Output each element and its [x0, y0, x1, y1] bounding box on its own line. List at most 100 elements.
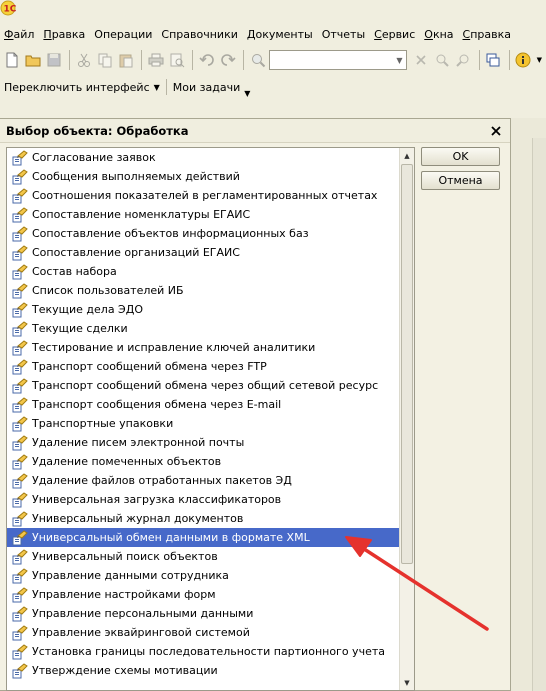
menu-item[interactable]: Справочники — [161, 28, 237, 41]
menu-item[interactable]: Операции — [94, 28, 152, 41]
data-processor-icon — [12, 567, 28, 584]
open-folder-icon[interactable] — [23, 50, 42, 70]
list-item-label: Список пользователей ИБ — [32, 284, 184, 297]
list-item[interactable]: Сообщения выполняемых действий — [7, 167, 400, 186]
data-processor-icon — [12, 377, 28, 394]
list-item[interactable]: Универсальная загрузка классификаторов — [7, 490, 400, 509]
my-tasks-button[interactable]: Мои задачи ▼ — [173, 81, 251, 98]
chevron-down-icon: ▼ — [153, 82, 160, 92]
search-clear-icon[interactable] — [411, 50, 430, 70]
switch-interface-button[interactable]: Переключить интерфейс ▼ — [4, 81, 160, 94]
info-icon[interactable] — [514, 50, 533, 70]
menu-item[interactable]: Отчеты — [322, 28, 365, 41]
object-list-rows: Согласование заявок Сообщения выполняемых… — [7, 148, 400, 680]
print-icon[interactable] — [146, 50, 165, 70]
list-item[interactable]: Сопоставление номенклатуры ЕГАИС — [7, 205, 400, 224]
list-item[interactable]: Транспорт сообщения обмена через E-mail — [7, 395, 400, 414]
list-item[interactable]: Текущие сделки — [7, 319, 400, 338]
redo-icon[interactable] — [218, 50, 237, 70]
list-item-label: Тестирование и исправление ключей аналит… — [32, 341, 316, 354]
list-item[interactable]: Транспортные упаковки — [7, 414, 400, 433]
list-item-label: Сопоставление организаций ЕГАИС — [32, 246, 240, 259]
menu-item[interactable]: Окна — [424, 28, 453, 41]
object-list[interactable]: Согласование заявок Сообщения выполняемых… — [6, 147, 415, 691]
list-item[interactable]: Управление эквайринговой системой — [7, 623, 400, 642]
list-item-label: Утверждение схемы мотивации — [32, 664, 218, 677]
data-processor-icon — [12, 548, 28, 565]
list-item-label: Сопоставление номенклатуры ЕГАИС — [32, 208, 251, 221]
list-item[interactable]: Удаление файлов отработанных пакетов ЭД — [7, 471, 400, 490]
list-item[interactable]: Установка границы последовательности пар… — [7, 642, 400, 661]
list-item[interactable]: Удаление помеченных объектов — [7, 452, 400, 471]
list-item[interactable]: Управление настройками форм — [7, 585, 400, 604]
list-item[interactable]: Сопоставление организаций ЕГАИС — [7, 243, 400, 262]
cancel-button[interactable]: Отмена — [421, 171, 500, 190]
list-item[interactable]: Транспорт сообщений обмена через общий с… — [7, 376, 400, 395]
list-item[interactable]: Управление персональными данными — [7, 604, 400, 623]
list-item[interactable]: Управление данными сотрудника — [7, 566, 400, 585]
toolbar-separator — [69, 50, 71, 70]
menu-item[interactable]: Сервис — [374, 28, 415, 41]
list-item-label: Согласование заявок — [32, 151, 156, 164]
save-icon[interactable] — [44, 50, 63, 70]
panel-separator — [165, 79, 167, 95]
data-processor-icon — [12, 624, 28, 641]
list-item[interactable]: Сопоставление объектов информационных ба… — [7, 224, 400, 243]
scroll-down-icon[interactable]: ▼ — [400, 675, 414, 690]
list-item[interactable]: Состав набора — [7, 262, 400, 281]
menu-item[interactable]: Файл — [4, 28, 34, 41]
list-item-label: Управление эквайринговой системой — [32, 626, 250, 639]
scroll-up-icon[interactable]: ▲ — [400, 148, 414, 163]
list-item-label: Удаление файлов отработанных пакетов ЭД — [32, 474, 292, 487]
copy-icon[interactable] — [95, 50, 114, 70]
list-item[interactable]: Текущие дела ЭДО — [7, 300, 400, 319]
search-input[interactable]: ▼ — [269, 50, 408, 70]
list-item[interactable]: Согласование заявок — [7, 148, 400, 167]
list-item-label: Соотношения показателей в регламентирова… — [32, 189, 378, 202]
menu-item[interactable]: Правка — [43, 28, 85, 41]
list-item[interactable]: Соотношения показателей в регламентирова… — [7, 186, 400, 205]
list-item-label: Транспортные упаковки — [32, 417, 174, 430]
list-item[interactable]: Универсальный обмен данными в формате XM… — [7, 528, 400, 547]
new-document-icon[interactable] — [2, 50, 21, 70]
list-item[interactable]: Тестирование и исправление ключей аналит… — [7, 338, 400, 357]
list-item[interactable]: Универсальный поиск объектов — [7, 547, 400, 566]
select-object-dialog: Выбор объекта: Обработка Согласование за… — [0, 118, 511, 691]
toolbar-separator — [508, 50, 510, 70]
list-item[interactable]: Удаление писем электронной почты — [7, 433, 400, 452]
search-icon[interactable] — [248, 50, 267, 70]
background-scrollbar[interactable] — [532, 138, 546, 691]
data-processor-icon — [12, 396, 28, 413]
close-icon[interactable] — [488, 123, 504, 139]
paste-icon[interactable] — [116, 50, 135, 70]
list-item-label: Управление персональными данными — [32, 607, 254, 620]
menu-item-label: ервис — [381, 27, 416, 41]
menu-item-accelerator: П — [43, 27, 52, 41]
list-item[interactable]: Список пользователей ИБ — [7, 281, 400, 300]
scroll-thumb[interactable] — [401, 164, 413, 564]
find-next-icon[interactable] — [433, 50, 452, 70]
cut-icon[interactable] — [74, 50, 93, 70]
list-item-label: Универсальная загрузка классификаторов — [32, 493, 282, 506]
menu-item-accelerator: С — [374, 27, 382, 41]
find-prev-icon[interactable] — [454, 50, 473, 70]
menu-item[interactable]: Документы — [247, 28, 313, 41]
data-processor-icon — [12, 187, 28, 204]
list-item[interactable]: Транспорт сообщений обмена через FTP — [7, 357, 400, 376]
chevron-down-icon[interactable]: ▼ — [392, 51, 406, 69]
data-processor-icon — [12, 263, 28, 280]
list-item[interactable]: Утверждение схемы мотивации — [7, 661, 400, 680]
main-toolbar: ▼ ▼ — [0, 46, 546, 74]
print-preview-icon[interactable] — [167, 50, 186, 70]
chevron-down-icon[interactable]: ▼ — [535, 50, 545, 70]
list-item[interactable]: Универсальный журнал документов — [7, 509, 400, 528]
svg-text:1C: 1C — [4, 5, 17, 15]
undo-icon[interactable] — [197, 50, 216, 70]
ok-button[interactable]: OK — [421, 147, 500, 166]
list-scrollbar[interactable]: ▲ ▼ — [399, 148, 414, 690]
toolbar-separator — [192, 50, 194, 70]
menu-item-label: Операции — [94, 27, 153, 41]
windows-icon[interactable] — [484, 50, 503, 70]
switch-interface-label: Переключить интерфейс — [4, 80, 150, 94]
menu-item[interactable]: Справка — [463, 28, 511, 41]
